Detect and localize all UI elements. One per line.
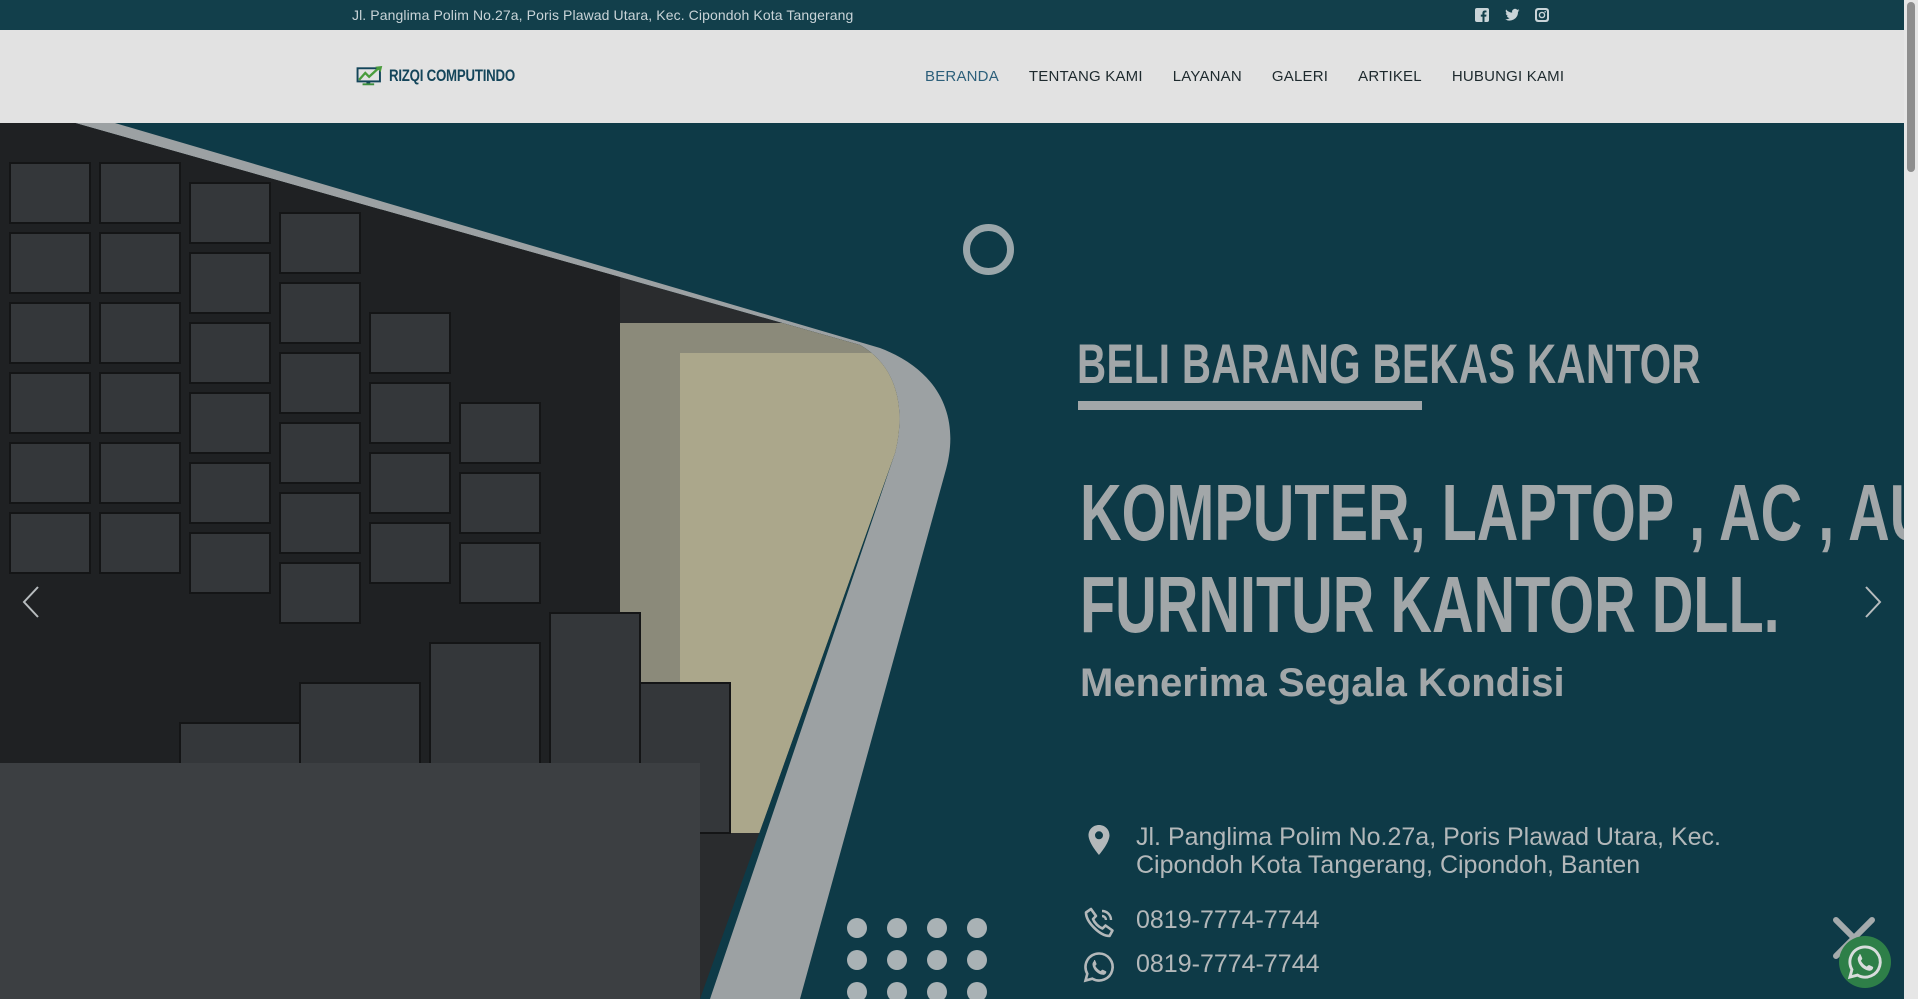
social-links	[1474, 7, 1550, 23]
slider-next-arrow[interactable]	[1862, 585, 1884, 619]
whatsapp-icon	[1083, 952, 1114, 983]
hero-subheadline: Menerima Segala Kondisi	[1080, 661, 1565, 705]
address-text: Jl. Panglima Polim No.27a, Poris Plawad …	[1136, 823, 1721, 879]
contact-address: Jl. Panglima Polim No.27a, Poris Plawad …	[1082, 823, 1721, 879]
whatsapp-icon	[1847, 945, 1882, 980]
kicker-underline	[1078, 401, 1422, 410]
map-pin-icon	[1088, 825, 1110, 855]
slider-prev-arrow[interactable]	[20, 585, 42, 619]
top-info-bar: Jl. Panglima Polim No.27a, Poris Plawad …	[0, 0, 1904, 30]
whatsapp-text: 0819-7774-7744	[1136, 950, 1320, 978]
decorative-dot-grid	[847, 918, 987, 999]
menu-item-hubungi-kami[interactable]: HUBUNGI KAMI	[1452, 68, 1564, 85]
menu-item-galeri[interactable]: GALERI	[1272, 68, 1328, 85]
menu-item-beranda[interactable]: BERANDA	[925, 68, 999, 85]
logo-text: RIZQI COMPUTINDO	[388, 66, 515, 85]
page-scrollbar[interactable]	[1904, 0, 1918, 999]
menu-item-artikel[interactable]: ARTIKEL	[1358, 68, 1422, 85]
contact-whatsapp[interactable]: 0819-7774-7744	[1082, 950, 1320, 984]
menu-item-layanan[interactable]: LAYANAN	[1173, 68, 1242, 85]
chevron-right-icon	[1865, 586, 1882, 618]
phone-icon	[1084, 907, 1114, 938]
hero-kicker: BELI BARANG BEKAS KANTOR	[1077, 332, 1701, 395]
address-line-2: Cipondoh Kota Tangerang, Cipondoh, Bante…	[1136, 851, 1641, 879]
instagram-icon[interactable]	[1534, 7, 1550, 23]
chevron-left-icon	[22, 586, 39, 618]
main-navbar: RIZQI COMPUTINDO BERANDA TENTANG KAMI LA…	[0, 30, 1904, 123]
scrollbar-thumb[interactable]	[1907, 2, 1915, 172]
facebook-icon[interactable]	[1474, 7, 1490, 23]
hero-headline-line-1: KOMPUTER, LAPTOP , AC , AUDIO,	[1080, 468, 1904, 557]
top-address-text: Jl. Panglima Polim No.27a, Poris Plawad …	[352, 7, 854, 23]
hero-photo	[0, 123, 951, 999]
logo-icon	[356, 65, 383, 86]
whatsapp-floating-button[interactable]	[1839, 936, 1891, 988]
phone-text: 0819-7774-7744	[1136, 906, 1320, 934]
address-line-1: Jl. Panglima Polim No.27a, Poris Plawad …	[1136, 823, 1721, 851]
contact-phone[interactable]: 0819-7774-7744	[1082, 906, 1320, 940]
decorative-circle	[963, 224, 1014, 275]
site-logo[interactable]: RIZQI COMPUTINDO	[356, 48, 550, 104]
twitter-icon[interactable]	[1504, 7, 1520, 23]
hero-slider: BELI BARANG BEKAS KANTOR KOMPUTER, LAPTO…	[0, 123, 1904, 999]
hero-headline-line-2: FURNITUR KANTOR DLL.	[1080, 560, 1780, 649]
hero-headline: KOMPUTER, LAPTOP , AC , AUDIO, FURNITUR …	[1080, 467, 1904, 651]
menu-item-tentang-kami[interactable]: TENTANG KAMI	[1029, 68, 1143, 85]
main-menu: BERANDA TENTANG KAMI LAYANAN GALERI ARTI…	[925, 68, 1594, 85]
